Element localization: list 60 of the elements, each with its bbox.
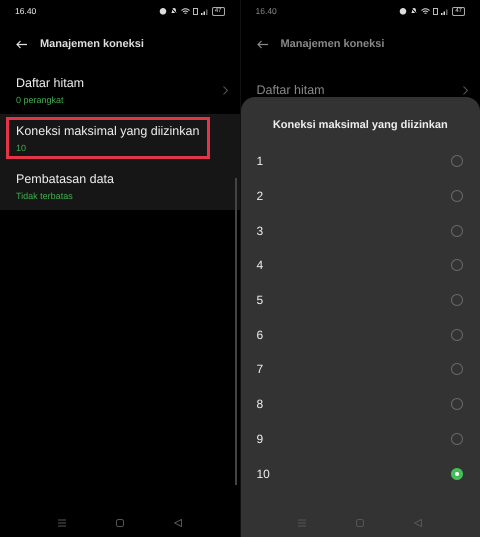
back-icon[interactable] [174, 519, 182, 527]
menu-icon[interactable] [58, 519, 66, 527]
option-row[interactable]: 5 [256, 282, 464, 318]
option-label: 9 [256, 432, 264, 446]
wifi-icon [180, 8, 190, 14]
radio-button[interactable] [451, 259, 463, 272]
option-label: 10 [256, 466, 270, 481]
option-row[interactable]: 1 [256, 144, 464, 179]
option-label: 6 [256, 328, 264, 342]
option-label: 4 [256, 258, 264, 272]
radio-button[interactable] [451, 155, 463, 168]
radio-button[interactable] [451, 398, 463, 410]
sim-icon [433, 8, 438, 14]
sim-icon [192, 8, 198, 14]
radio-button[interactable] [451, 432, 463, 445]
home-icon[interactable] [116, 519, 124, 527]
radio-button[interactable] [451, 224, 463, 237]
option-label: 5 [256, 293, 264, 308]
option-row[interactable]: 2 [256, 178, 464, 214]
screen-title: Manajemen koneksi [40, 38, 144, 50]
option-row[interactable]: 6 [256, 317, 464, 352]
back-icon[interactable] [414, 519, 422, 527]
item-title: Daftar hitam [16, 76, 84, 90]
wifi-icon [421, 8, 430, 14]
sheet-title: Koneksi maksimal yang diizinkan [272, 118, 449, 133]
option-row[interactable]: 8 [256, 386, 464, 422]
option-label: 7 [256, 362, 264, 376]
item-value: 10 [16, 142, 28, 152]
signal-icon [441, 8, 450, 14]
item-value: Tidak terbatas [16, 190, 74, 200]
option-label: 3 [256, 224, 264, 238]
option-row[interactable]: 9 [256, 422, 464, 456]
option-row[interactable]: 3 [256, 213, 464, 248]
item-value: 0 perangkat [16, 94, 65, 104]
screen-title: Manajemen koneksi [280, 38, 384, 50]
settings-item[interactable]: Koneksi maksimal yang diizinkan 10 [0, 114, 240, 162]
option-row[interactable]: 4 [256, 248, 464, 283]
home-icon[interactable] [356, 519, 364, 527]
status-time: 16.40 [256, 6, 277, 16]
bell-off-icon [170, 7, 178, 15]
radio-button[interactable] [451, 363, 463, 376]
settings-item[interactable]: Pembatasan data Tidak terbatas [0, 162, 240, 210]
option-row[interactable]: 7 [256, 352, 464, 387]
radio-button[interactable] [451, 294, 463, 306]
option-label: 8 [256, 397, 264, 412]
radio-button[interactable] [451, 328, 463, 341]
item-title: Koneksi maksimal yang diizinkan [16, 124, 200, 138]
option-label: 2 [256, 189, 264, 204]
menu-icon[interactable] [298, 519, 306, 527]
option-row[interactable]: 10 [256, 456, 464, 491]
settings-item[interactable]: Daftar hitam 0 perangkat [0, 66, 240, 114]
signal-icon [200, 8, 209, 14]
option-label: 1 [256, 154, 264, 168]
item-title: Daftar hitam [256, 83, 325, 97]
item-title: Pembatasan data [16, 172, 114, 186]
radio-button[interactable] [451, 468, 463, 480]
back-arrow-icon[interactable] [256, 40, 268, 48]
bell-off-icon [410, 7, 418, 15]
radio-button[interactable] [451, 190, 463, 202]
status-time: 16.40 [15, 6, 36, 16]
